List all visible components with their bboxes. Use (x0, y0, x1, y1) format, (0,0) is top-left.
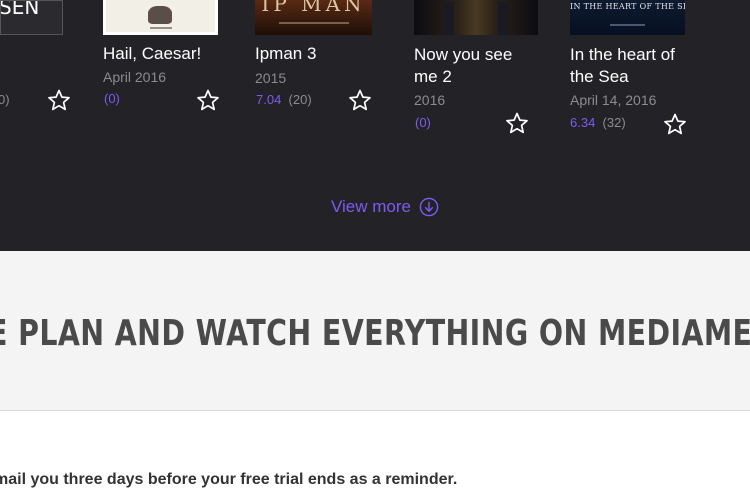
movie-date: 2016 (414, 92, 446, 108)
rating-score: 7.04 (256, 92, 282, 107)
view-more-label: View more (331, 197, 411, 216)
poster-figure (148, 6, 172, 24)
movie-card[interactable]: SEN 0) (0, 0, 90, 140)
poster-figure (444, 2, 454, 35)
favorite-star-icon[interactable] (505, 111, 529, 135)
rating-count: (0) (104, 91, 120, 106)
favorite-star-icon[interactable] (196, 88, 220, 112)
movie-poster[interactable]: IN THE HEART OF THE SEA (570, 0, 685, 35)
movie-card[interactable]: Hail, Caesar! April 2016 (0) (103, 0, 233, 140)
poster-title-text: IP MAN (261, 0, 366, 16)
movie-date: 2015 (255, 70, 287, 86)
movie-poster[interactable]: SEN (0, 0, 63, 35)
favorite-star-icon[interactable] (348, 88, 372, 112)
movie-rating: 0) (0, 92, 10, 108)
movie-rating: (0) (415, 115, 431, 131)
rating-count: (0) (415, 115, 431, 130)
movie-card[interactable]: IN THE HEART OF THE SEA In the heart of … (570, 0, 720, 140)
plan-headline: E PLAN AND WATCH EVERYTHING ON MEDIAME (0, 313, 750, 354)
movie-title[interactable]: Now you see me 2 (414, 44, 539, 88)
rating-count: 0) (0, 92, 10, 107)
poster-caption-line (150, 27, 172, 29)
movie-poster[interactable]: IP MAN (255, 0, 372, 35)
poster-title-text: IN THE HEART OF THE SEA (570, 2, 685, 11)
poster-credits-line (610, 24, 645, 26)
rating-count: (20) (288, 92, 312, 107)
movie-carousel-section: SEN 0) Hail, Caesar! April 2016 (0) IP M… (0, 0, 750, 251)
movie-date: April 14, 2016 (570, 92, 657, 108)
arrow-down-circle-icon (419, 197, 439, 217)
view-more-button[interactable]: View more (331, 196, 439, 218)
trial-reminder-text: mail you three days before your free tri… (0, 471, 458, 488)
rating-count: (32) (602, 115, 626, 130)
favorite-star-icon[interactable] (47, 88, 71, 112)
movie-rating: 6.34 (32) (570, 115, 626, 131)
poster-figure (498, 2, 508, 35)
movie-rating: (0) (104, 91, 120, 107)
movie-title[interactable]: Hail, Caesar! (103, 43, 233, 65)
poster-credits-line (279, 22, 349, 24)
favorite-star-icon[interactable] (663, 112, 687, 136)
rating-score: 6.34 (570, 115, 596, 130)
movie-poster[interactable] (103, 0, 218, 35)
movie-card[interactable]: IP MAN Ipman 3 2015 7.04 (20) (255, 0, 385, 140)
poster-title-text: SEN (0, 0, 40, 19)
plan-banner: E PLAN AND WATCH EVERYTHING ON MEDIAME (0, 251, 750, 411)
movie-poster[interactable] (414, 0, 538, 35)
movie-date: April 2016 (103, 69, 167, 85)
movie-rating: 7.04 (20) (256, 92, 312, 108)
movie-title[interactable]: Ipman 3 (255, 43, 385, 65)
movie-title[interactable]: In the heart of the Sea (570, 44, 700, 88)
